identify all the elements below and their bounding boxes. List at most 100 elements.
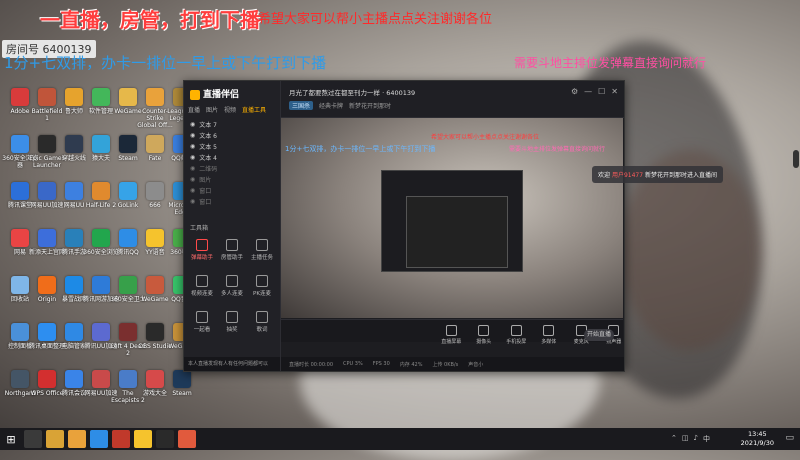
tool-button[interactable]: 抽奖 (218, 311, 246, 333)
scene-label: 二维码 (199, 166, 218, 173)
scene-item[interactable]: ◉ 二维码 (188, 163, 274, 174)
app-icon (38, 370, 56, 388)
source-tab[interactable]: 直播 (188, 105, 200, 114)
tool-label: 多人连麦 (220, 291, 243, 297)
tool-button[interactable]: PK连麦 (248, 275, 276, 297)
eye-icon[interactable]: ◉ (190, 121, 195, 128)
status-item: 上传 0KB/s (432, 361, 459, 368)
overlay-landlord-note: 需要斗地主排位发弹幕直接询问就行 (514, 56, 707, 70)
network-icon[interactable]: ◫ (682, 434, 689, 444)
tool-button[interactable]: 一起看 (188, 311, 216, 333)
chat-user: 用户91477 (611, 172, 644, 179)
scene-item[interactable]: ◉ 窗口 (188, 185, 274, 196)
scene-item[interactable]: ◉ 文本 5 (188, 141, 274, 152)
eye-icon[interactable]: ◉ (190, 187, 195, 194)
preview-landlord-text: 需要斗地主排位发弹幕直接询问就行 (509, 146, 606, 153)
source-tab[interactable]: 直播工具 (242, 105, 266, 114)
stream-preview[interactable]: 希望大家可以帮小主播点点关注谢谢各位 1分+七双排，办卡一排位一早上或下午打到下… (281, 118, 623, 318)
chat-welcome-message: 欢迎 用户91477 新梦花开到那时进入直播间 (592, 166, 723, 183)
scene-item[interactable]: ◉ 窗口 (188, 196, 274, 207)
app-icon (11, 323, 29, 341)
app-icon (11, 182, 29, 200)
source-tab[interactable]: 图片 (206, 105, 218, 114)
logo-icon (190, 89, 200, 100)
scene-item[interactable]: ◉ 图片 (188, 174, 274, 185)
tool-button[interactable]: 房管助手 (218, 239, 246, 261)
tool-label: 一起看 (193, 327, 211, 333)
input-method-icon[interactable]: 中 (703, 434, 710, 444)
app-icon (119, 182, 137, 200)
preview-follow-text: 希望大家可以帮小主播点点关注谢谢各位 (431, 134, 540, 141)
app-icon (146, 323, 164, 341)
tool-button[interactable]: 视频连麦 (188, 275, 216, 297)
app-icon (146, 370, 164, 388)
status-bar: 直播时长 00:00:00 CPU 3% FPS 30 内存 42% 上传 0KB/s 声… (281, 357, 624, 371)
eye-icon[interactable]: ◉ (190, 132, 195, 139)
source-button[interactable]: 手机投屏 (506, 325, 527, 345)
tool-label: PK连麦 (253, 291, 271, 297)
tool-button[interactable]: 歌词 (248, 311, 276, 333)
tool-icon (256, 311, 268, 323)
source-tabs: 直播 图片 视频 直播工具 (188, 105, 266, 114)
tool-icon (256, 239, 268, 251)
taskbar-apps (22, 430, 198, 448)
stream-title[interactable]: 月光了都要熬过在都至刊力一样 · 6400139 (289, 87, 415, 97)
category-tag[interactable]: 三国杀 (289, 101, 314, 110)
clock[interactable]: 13:45 2021/9/30 (741, 430, 774, 448)
source-button[interactable]: 直播屏幕 (441, 325, 462, 345)
stream-tag: 经典卡牌 (319, 103, 344, 110)
taskbar-app-icon[interactable] (90, 430, 108, 448)
tool-label: 房管助手 (220, 255, 243, 261)
system-tray: ⌃ ◫ ♪ 中 (671, 434, 710, 444)
settings-icon[interactable]: ⚙ (571, 87, 578, 96)
tool-button[interactable]: 弹幕助手 (188, 239, 216, 261)
app-icon (119, 88, 137, 106)
eye-icon[interactable]: ◉ (190, 176, 195, 183)
taskbar-app-icon[interactable] (156, 430, 174, 448)
close-icon[interactable]: ✕ (611, 87, 618, 96)
minimize-icon[interactable]: — (584, 87, 592, 96)
app-icon (65, 276, 83, 294)
tool-label: 抽奖 (226, 327, 238, 333)
tool-button[interactable]: 主播任务 (248, 239, 276, 261)
scene-item[interactable]: ◉ 文本 4 (188, 152, 274, 163)
tool-icon (196, 275, 208, 287)
scene-item[interactable]: ◉ 文本 7 (188, 119, 274, 130)
eye-icon[interactable]: ◉ (190, 143, 195, 150)
notification-icon[interactable]: ▭ (785, 433, 794, 443)
scene-item[interactable]: ◉ 文本 6 (188, 130, 274, 141)
source-icon (510, 325, 522, 336)
taskbar-app-icon[interactable] (134, 430, 152, 448)
app-icon (38, 323, 56, 341)
overlay-title: 一直播，房管，打到下播 (40, 8, 260, 32)
chevron-up-icon[interactable]: ⌃ (671, 434, 677, 444)
taskbar-app-icon[interactable] (68, 430, 86, 448)
windows-start-icon[interactable]: ⊞ (0, 428, 22, 450)
taskbar-app-icon[interactable] (46, 430, 64, 448)
source-icon (543, 325, 555, 336)
clock-time: 13:45 (747, 430, 767, 438)
taskbar-app-icon[interactable] (178, 430, 196, 448)
taskbar-app-icon[interactable] (112, 430, 130, 448)
app-icon (11, 88, 29, 106)
toolbox-title: 工具箱 (190, 225, 209, 232)
source-button[interactable]: 摄像头 (474, 325, 495, 345)
eye-icon[interactable]: ◉ (190, 165, 195, 172)
start-live-button[interactable]: 开始直播 (584, 329, 614, 341)
tool-button[interactable]: 多人连麦 (218, 275, 246, 297)
volume-icon[interactable]: ♪ (694, 434, 698, 444)
maximize-icon[interactable]: ☐ (598, 87, 605, 96)
scroll-handle[interactable] (793, 150, 799, 168)
taskbar-app-icon[interactable] (24, 430, 42, 448)
scene-label: 文本 4 (199, 155, 217, 162)
status-item: 声音小 (468, 361, 484, 368)
app-icon (11, 370, 29, 388)
source-tab[interactable]: 视频 (224, 105, 236, 114)
desktop-icon[interactable]: Steam (164, 370, 200, 397)
eye-icon[interactable]: ◉ (190, 198, 195, 205)
app-icon (92, 182, 110, 200)
tool-icon (226, 239, 238, 251)
eye-icon[interactable]: ◉ (190, 154, 195, 161)
source-button[interactable]: 多媒体 (539, 325, 560, 345)
status-item: 内存 42% (399, 361, 423, 368)
